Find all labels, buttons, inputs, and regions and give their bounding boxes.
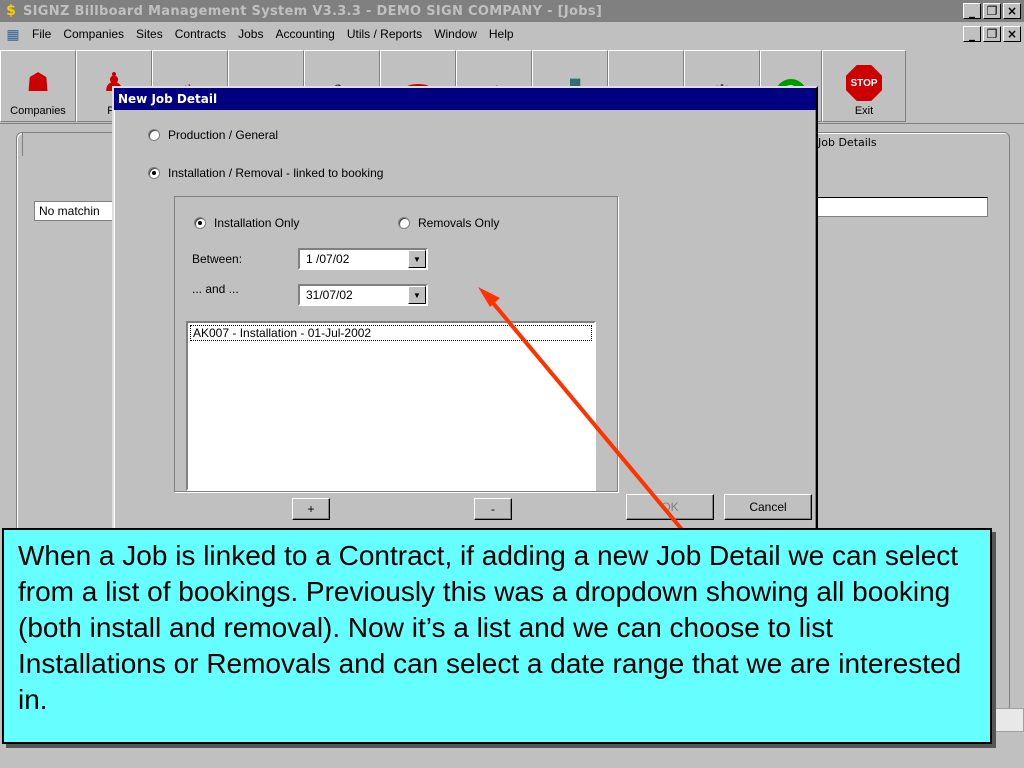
mdi-close-button[interactable]: × [1003,26,1021,42]
removals-only-option[interactable]: Removals Only [398,216,499,230]
companies-icon: ☗ [26,68,50,98]
menu-contracts[interactable]: Contracts [169,27,232,41]
companies-button[interactable]: ☗ Companies [0,50,76,122]
production-general-option[interactable]: Production / General [148,128,278,142]
title-bar: $ SIGNZ Billboard Management System V3.3… [0,0,1024,22]
mdi-minimize-button[interactable]: _ [963,26,981,42]
stop-icon: STOP [846,65,882,101]
exit-button[interactable]: STOP Exit [822,50,906,122]
and-date-value: 31/07/02 [306,288,353,302]
cancel-button[interactable]: Cancel [724,494,812,520]
menu-utils-reports[interactable]: Utils / Reports [341,27,428,41]
status-strip [990,708,1024,732]
between-date-dropdown[interactable]: 1 /07/02 ▼ [298,248,428,270]
maximize-button[interactable]: ❐ [983,3,1001,19]
removals-only-label: Removals Only [418,216,500,230]
dropdown-arrow-icon[interactable]: ▼ [408,250,426,268]
callout-text: When a Job is linked to a Contract, if a… [18,540,962,715]
remove-button[interactable]: - [474,498,512,520]
menu-bar: ▦ File Companies Sites Contracts Jobs Ac… [0,22,1024,46]
window-title: SIGNZ Billboard Management System V3.3.3… [23,3,603,19]
installation-removal-radio[interactable] [148,167,160,179]
between-date-value: 1 /07/02 [306,252,350,266]
menu-companies[interactable]: Companies [57,27,130,41]
dialog-title: New Job Detail [114,88,816,110]
job-details-field [816,197,988,217]
list-item[interactable]: AK007 - Installation - 01-Jul-2002 [190,325,592,341]
new-job-detail-dialog: New Job Detail Production / General Inst… [112,86,818,546]
menu-help[interactable]: Help [483,27,520,41]
production-radio[interactable] [148,129,160,141]
menu-sites[interactable]: Sites [130,27,169,41]
dropdown-arrow-icon[interactable]: ▼ [408,286,426,304]
installation-only-radio[interactable] [194,217,206,229]
close-button[interactable]: × [1003,3,1021,19]
installation-only-label: Installation Only [214,216,300,230]
exit-label: Exit [854,105,874,117]
callout-box: When a Job is linked to a Contract, if a… [2,528,992,744]
ok-button[interactable]: OK [626,494,714,520]
mdi-restore-button[interactable]: ❐ [983,26,1001,42]
bookings-list[interactable]: AK007 - Installation - 01-Jul-2002 [186,321,596,491]
menu-file[interactable]: File [26,27,57,41]
production-label: Production / General [168,128,279,142]
document-icon[interactable]: ▦ [4,25,22,43]
window-controls: _ ❐ × [963,3,1021,19]
installation-removal-label: Installation / Removal - linked to booki… [168,166,384,180]
menu-window[interactable]: Window [428,27,483,41]
companies-label: Companies [10,105,66,117]
menu-accounting[interactable]: Accounting [269,27,340,41]
mdi-controls: _ ❐ × [963,26,1021,42]
and-date-dropdown[interactable]: 31/07/02 ▼ [298,284,428,306]
app-logo-icon: $ [6,3,16,19]
job-details-tab[interactable]: Job Details [816,132,1006,156]
installation-removal-option[interactable]: Installation / Removal - linked to booki… [148,166,383,180]
minimize-button[interactable]: _ [963,3,981,19]
jobs-tab[interactable] [22,132,122,156]
and-label: ... and ... [192,282,239,296]
removals-only-radio[interactable] [398,217,410,229]
stop-sign-text: STOP [850,77,878,89]
no-matching-field: No matchin [34,201,124,221]
menu-jobs[interactable]: Jobs [232,27,269,41]
add-button[interactable]: + [292,498,330,520]
between-label: Between: [192,252,243,266]
installation-only-option[interactable]: Installation Only [194,216,299,230]
